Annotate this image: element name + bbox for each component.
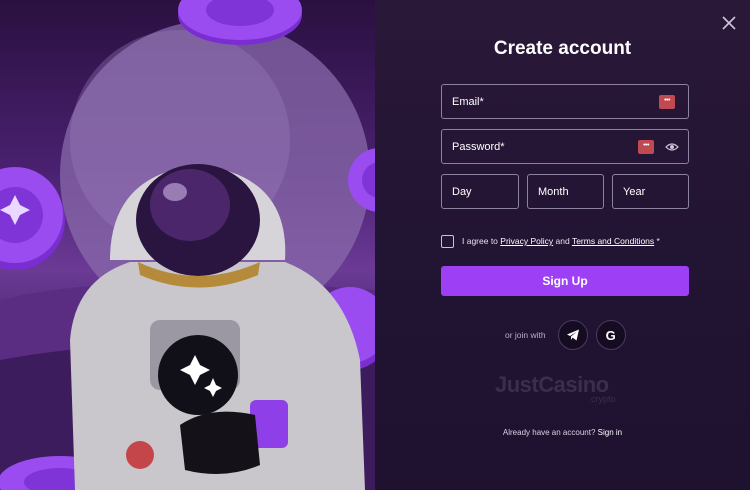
casino-chip bbox=[0, 167, 65, 270]
year-label: Year bbox=[623, 185, 646, 198]
email-label: Email* bbox=[452, 95, 484, 108]
agree-text: I agree to Privacy Policy and Terms and … bbox=[462, 236, 660, 246]
password-manager-icon[interactable] bbox=[638, 139, 654, 154]
telegram-icon bbox=[566, 329, 579, 341]
signup-button[interactable]: Sign Up bbox=[441, 266, 689, 296]
agree-prefix: I agree to bbox=[462, 236, 501, 246]
day-label: Day bbox=[452, 185, 472, 198]
agree-and: and bbox=[553, 236, 572, 246]
email-field[interactable]: Email* bbox=[441, 84, 689, 119]
or-join-label: or join with bbox=[505, 330, 546, 340]
password-manager-icon[interactable] bbox=[659, 94, 675, 109]
hero-illustration bbox=[0, 0, 375, 490]
terms-link[interactable]: Terms and Conditions bbox=[572, 236, 654, 246]
password-label: Password* bbox=[452, 140, 505, 153]
year-select[interactable]: Year bbox=[612, 174, 689, 209]
page-title: Create account bbox=[493, 38, 632, 59]
signup-panel: Create account Email* Password* Day Mont… bbox=[375, 0, 750, 490]
eye-icon[interactable] bbox=[665, 140, 679, 154]
privacy-policy-link[interactable]: Privacy Policy bbox=[500, 236, 553, 246]
signin-link[interactable]: Sign in bbox=[598, 428, 622, 437]
google-button[interactable]: G bbox=[595, 320, 626, 350]
astronaut-scene bbox=[0, 0, 375, 490]
agree-required-mark: * bbox=[654, 236, 660, 246]
agree-row: I agree to Privacy Policy and Terms and … bbox=[441, 234, 660, 248]
signin-row: Already have an account? Sign in bbox=[375, 428, 750, 437]
month-select[interactable]: Month bbox=[527, 174, 604, 209]
telegram-button[interactable] bbox=[557, 320, 588, 350]
social-join-row: or join with G bbox=[505, 320, 634, 350]
brand-logo-sub: crypto bbox=[591, 394, 616, 404]
google-icon: G bbox=[605, 327, 616, 343]
agree-checkbox[interactable] bbox=[441, 234, 454, 248]
day-select[interactable]: Day bbox=[441, 174, 519, 209]
close-icon[interactable] bbox=[720, 14, 738, 32]
month-label: Month bbox=[538, 185, 569, 198]
already-text: Already have an account? bbox=[502, 428, 598, 437]
password-field[interactable]: Password* bbox=[441, 129, 689, 164]
